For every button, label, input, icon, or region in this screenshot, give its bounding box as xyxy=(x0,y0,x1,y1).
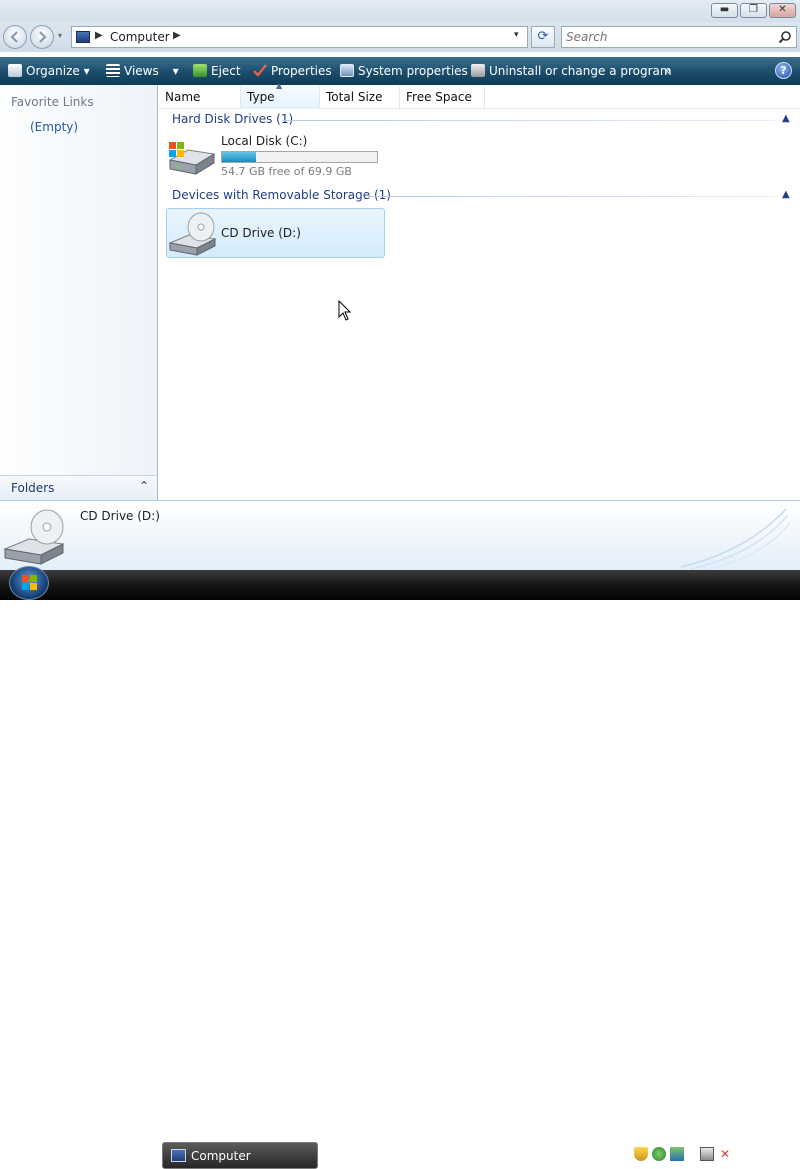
column-header-total-size[interactable]: Total Size xyxy=(320,86,400,109)
title-bar[interactable]: ▬ ❐ ✕ xyxy=(0,0,800,22)
cd-drive-icon xyxy=(168,212,217,256)
forward-arrow-icon xyxy=(39,31,47,43)
computer-icon xyxy=(76,31,90,43)
breadcrumb-separator-icon[interactable]: ▶ xyxy=(95,30,103,41)
forward-button[interactable] xyxy=(30,25,54,49)
collapse-group-icon[interactable]: ▲ xyxy=(782,189,790,200)
address-row: ▾ ▶ Computer ▶ ▾ ⟳ xyxy=(0,22,800,52)
system-properties-button[interactable]: System properties xyxy=(340,62,468,80)
mouse-pointer-icon xyxy=(338,300,352,321)
address-bar[interactable]: ▶ Computer ▶ ▾ xyxy=(71,26,528,48)
network-icon[interactable] xyxy=(700,1147,714,1161)
column-header-free-space[interactable]: Free Space xyxy=(400,86,485,109)
decorative-swoosh xyxy=(680,508,791,571)
more-commands-button[interactable]: » xyxy=(664,62,671,80)
maximize-button[interactable]: ❐ xyxy=(740,3,767,18)
column-header-name[interactable]: Name xyxy=(159,86,241,109)
breadcrumb-computer[interactable]: Computer xyxy=(110,30,170,44)
checkmark-icon xyxy=(253,64,267,77)
chevron-down-icon: ▾ xyxy=(172,64,179,78)
favorite-links-header: Favorite Links xyxy=(11,95,94,109)
sidebar-icon[interactable] xyxy=(670,1147,684,1161)
minimize-button[interactable]: ▬ xyxy=(711,3,738,18)
details-pane: CD Drive (D:) xyxy=(0,500,800,571)
eject-label: Eject xyxy=(211,64,241,78)
refresh-button[interactable]: ⟳ xyxy=(531,26,555,48)
taskbar-button-label: Computer xyxy=(191,1149,251,1163)
monitor-icon xyxy=(340,64,354,77)
taskbar: Computer ✕ 5:09 AM xyxy=(0,570,800,1169)
details-item-name: CD Drive (D:) xyxy=(80,509,160,523)
folders-label: Folders xyxy=(11,481,55,495)
chevron-down-icon: ▾ xyxy=(83,64,90,78)
search-box[interactable] xyxy=(561,26,797,48)
capacity-bar-fill xyxy=(222,152,256,162)
group-header-removable-storage[interactable]: Devices with Removable Storage (1) xyxy=(172,188,391,202)
eject-icon xyxy=(193,64,207,77)
close-button[interactable]: ✕ xyxy=(769,3,796,18)
drive-item-cd-drive[interactable]: CD Drive (D:) xyxy=(166,208,385,258)
organize-button[interactable]: Organize ▾ xyxy=(8,62,90,80)
user-status-icon[interactable] xyxy=(652,1147,666,1161)
drive-label: Local Disk (C:) xyxy=(221,134,308,148)
security-shield-icon[interactable] xyxy=(634,1147,648,1161)
group-divider xyxy=(368,196,775,197)
programs-icon xyxy=(471,64,485,77)
command-bar: Organize ▾ Views ▾ Eject Properties Syst… xyxy=(0,57,800,85)
volume-muted-icon[interactable]: ✕ xyxy=(718,1147,732,1161)
computer-icon xyxy=(171,1149,186,1162)
sort-ascending-icon: ▲ xyxy=(276,81,283,90)
start-button[interactable] xyxy=(9,566,49,600)
back-button[interactable] xyxy=(3,25,27,49)
search-input[interactable] xyxy=(566,29,766,45)
group-divider xyxy=(283,120,775,121)
views-icon xyxy=(106,64,120,77)
notification-area: ✕ 5:09 AM xyxy=(628,1142,800,1169)
search-icon[interactable] xyxy=(778,30,792,44)
views-button[interactable]: Views ▾ xyxy=(106,62,179,80)
drive-item-local-disk[interactable]: Local Disk (C:) 54.7 GB free of 69.9 GB xyxy=(166,130,386,180)
back-arrow-icon xyxy=(10,31,18,43)
recent-pages-dropdown[interactable]: ▾ xyxy=(58,31,62,40)
hard-disk-icon xyxy=(168,142,216,175)
eject-button[interactable]: Eject xyxy=(193,62,241,80)
properties-label: Properties xyxy=(271,64,332,78)
organize-label: Organize xyxy=(26,64,80,78)
taskbar-button-computer[interactable]: Computer xyxy=(162,1142,318,1169)
help-icon[interactable]: ? xyxy=(775,62,792,79)
uninstall-label: Uninstall or change a program xyxy=(489,64,672,78)
organize-icon xyxy=(8,64,22,77)
favorite-links-empty: (Empty) xyxy=(30,120,79,134)
system-properties-label: System properties xyxy=(358,64,468,78)
clock[interactable]: 5:09 AM xyxy=(740,1148,789,1162)
folders-bar[interactable]: Folders ⌃ xyxy=(0,475,157,500)
explorer-window: ▬ ❐ ✕ ▾ ▶ Computer ▶ ▾ ⟳ Search Organize… xyxy=(0,0,800,571)
collapse-group-icon[interactable]: ▲ xyxy=(782,113,790,124)
address-dropdown[interactable]: ▾ xyxy=(514,30,519,40)
refresh-icon: ⟳ xyxy=(537,29,549,44)
windows-logo-icon xyxy=(22,575,37,590)
capacity-bar xyxy=(221,151,378,163)
uninstall-button[interactable]: Uninstall or change a program xyxy=(471,62,672,80)
drive-free-space: 54.7 GB free of 69.9 GB xyxy=(221,165,352,178)
column-header-row: Name Type ▲ Total Size Free Space xyxy=(159,81,800,109)
properties-button[interactable]: Properties xyxy=(253,62,332,80)
group-header-hard-disk-drives[interactable]: Hard Disk Drives (1) xyxy=(172,112,293,126)
chevron-up-icon[interactable]: ⌃ xyxy=(139,479,149,493)
breadcrumb-separator-icon[interactable]: ▶ xyxy=(173,30,181,41)
views-label: Views xyxy=(124,64,159,78)
navigation-pane: Favorite Links (Empty) Folders ⌃ xyxy=(0,85,158,500)
cd-drive-icon xyxy=(3,509,65,565)
drive-label: CD Drive (D:) xyxy=(221,226,301,240)
